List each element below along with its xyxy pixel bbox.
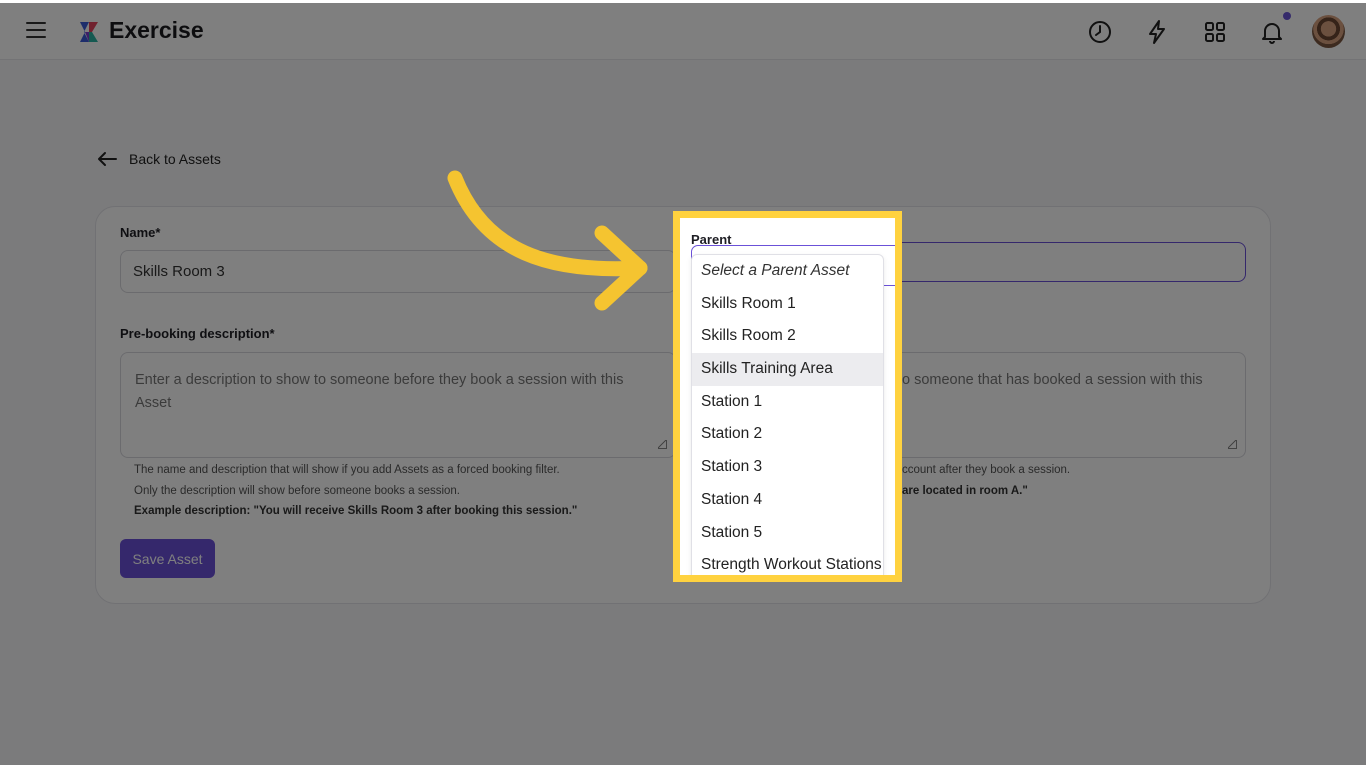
app-title: Exercise: [109, 17, 204, 43]
name-label: Name*: [120, 225, 161, 240]
dropdown-option[interactable]: Skills Room 1: [692, 288, 883, 321]
parent-select-field[interactable]: [880, 242, 1246, 282]
help-text-line-1: The name and description that will show …: [134, 464, 560, 476]
back-to-assets-link[interactable]: Back to Assets: [97, 151, 221, 167]
lightning-icon[interactable]: [1144, 19, 1170, 45]
notification-dot: [1283, 12, 1291, 20]
help-right-line-1: ccount after they book a session.: [902, 464, 1071, 476]
dropdown-option[interactable]: Skills Room 2: [692, 320, 883, 353]
history-icon[interactable]: [1087, 19, 1113, 45]
apps-grid-icon[interactable]: [1202, 19, 1228, 45]
prebooking-placeholder: Enter a description to show to someone b…: [135, 372, 624, 411]
dropdown-option[interactable]: Station 2: [692, 418, 883, 451]
dropdown-option[interactable]: Station 5: [692, 517, 883, 550]
user-avatar[interactable]: [1312, 15, 1345, 48]
parent-highlight-box: Parent Select a Parent Asset Skills Room…: [673, 211, 902, 582]
top-bar: Exercise: [0, 3, 1366, 60]
help-text-line-2: Only the description will show before so…: [134, 485, 461, 497]
bell-icon[interactable]: [1259, 19, 1285, 45]
parent-dropdown-list: Select a Parent Asset Skills Room 1 Skil…: [691, 254, 884, 575]
help-right-line-2: are located in room A.": [902, 485, 1028, 497]
hamburger-menu-icon[interactable]: [26, 22, 46, 40]
arrow-left-icon: [98, 152, 117, 166]
postbooking-placeholder: o someone that has booked a session with…: [902, 372, 1203, 388]
dropdown-option[interactable]: Station 1: [692, 386, 883, 419]
dropdown-option-hovered[interactable]: Skills Training Area: [692, 353, 883, 386]
dropdown-option[interactable]: Station 4: [692, 484, 883, 517]
save-asset-button[interactable]: Save Asset: [120, 539, 215, 578]
back-link-label: Back to Assets: [129, 151, 221, 167]
dropdown-option[interactable]: Strength Workout Stations: [692, 549, 883, 575]
resize-handle-icon[interactable]: [1228, 440, 1237, 449]
dropdown-option[interactable]: Station 3: [692, 451, 883, 484]
dropdown-option-placeholder[interactable]: Select a Parent Asset: [692, 255, 883, 288]
app-logo-icon: [80, 22, 98, 42]
postbooking-description-textarea[interactable]: w o someone that has booked a session wi…: [880, 352, 1246, 458]
prebooking-description-textarea[interactable]: Enter a description to show to someone b…: [120, 352, 676, 458]
help-text-example: Example description: "You will receive S…: [134, 505, 578, 517]
app-window: Exercise Back to Assets Name* Skills Roo: [0, 3, 1366, 765]
resize-handle-icon[interactable]: [658, 440, 667, 449]
curved-arrow-icon: [447, 170, 648, 311]
prebooking-description-label: Pre-booking description*: [120, 326, 275, 341]
